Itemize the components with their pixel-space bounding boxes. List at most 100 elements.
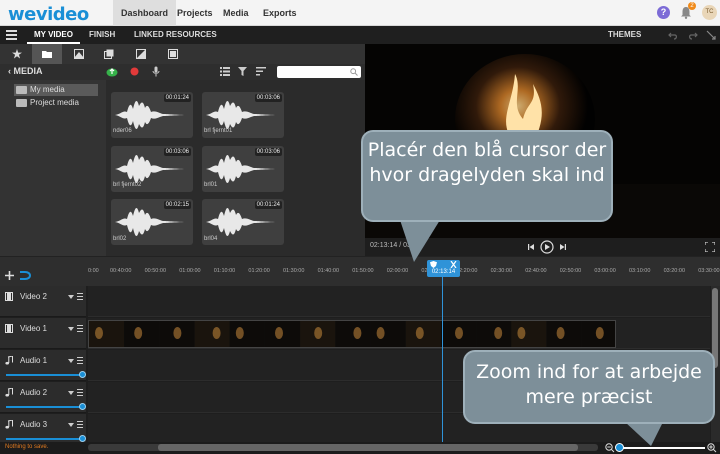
playhead-cursor[interactable]: 02:13:14 — [427, 260, 460, 277]
themes-button[interactable]: THEMES — [608, 26, 641, 44]
duration-badge: 00:02:15 — [163, 201, 191, 209]
favorites-tool[interactable] — [2, 44, 32, 64]
status-bar: Nothing to save. — [0, 442, 720, 454]
film-icon — [5, 324, 13, 333]
media-search-input[interactable] — [277, 66, 361, 78]
callout-pointer — [400, 220, 440, 262]
media-library-tool[interactable] — [32, 44, 62, 64]
nav-media[interactable]: Media — [215, 0, 257, 26]
track-header-audio-3: Audio 3 — [0, 414, 86, 445]
shield-icon[interactable] — [430, 261, 437, 268]
clip-frame — [546, 321, 582, 347]
zoom-in-icon[interactable] — [707, 443, 717, 453]
duration-badge: 00:03:06 — [163, 148, 191, 156]
callout-cursor-tip: Placér den blå cursor der hvor dragelyde… — [361, 130, 613, 222]
backgrounds-tool[interactable] — [158, 44, 188, 64]
clip-frame — [511, 321, 547, 347]
media-grid: 00:01:24 nder06 00:03:06 brl fjernt01 00… — [106, 80, 365, 256]
magnet-icon[interactable] — [19, 271, 31, 280]
undo-icon[interactable] — [668, 30, 678, 40]
tab-finish[interactable]: FINISH — [82, 26, 122, 44]
duration-badge: 00:01:24 — [254, 201, 282, 209]
previous-frame-icon[interactable] — [528, 244, 534, 250]
menu-icon[interactable] — [77, 421, 83, 428]
menu-icon[interactable] — [77, 389, 83, 396]
track-header-audio-2: Audio 2 — [0, 382, 86, 413]
folder-project-media[interactable]: Project media — [14, 97, 79, 109]
upload-icon[interactable] — [106, 66, 118, 77]
chevron-down-icon[interactable] — [68, 359, 74, 363]
next-frame-icon[interactable] — [560, 244, 566, 250]
media-card-name: brl01 — [204, 182, 218, 188]
track-lane-video-2[interactable] — [88, 286, 710, 317]
menu-icon[interactable] — [77, 293, 83, 300]
ruler-tick-label: 03:10:00 — [629, 268, 651, 274]
zoom-slider-track[interactable] — [617, 447, 705, 449]
clip-frame — [405, 321, 441, 347]
list-view-icon[interactable] — [220, 67, 230, 76]
record-icon[interactable] — [130, 67, 139, 76]
clip-frame — [581, 321, 615, 347]
chevron-down-icon[interactable] — [68, 295, 74, 299]
folder-icon — [16, 99, 27, 107]
zoom-slider-knob[interactable] — [615, 443, 624, 452]
microphone-icon[interactable] — [152, 66, 160, 77]
expand-icon[interactable] — [706, 30, 716, 40]
menu-icon[interactable] — [77, 325, 83, 332]
add-track-icon[interactable] — [5, 271, 14, 280]
tab-linked-resources[interactable]: LINKED RESOURCES — [127, 26, 224, 44]
top-navigation: wevideo Dashboard Projects Media Exports… — [0, 0, 720, 26]
chevron-down-icon[interactable] — [68, 423, 74, 427]
hamburger-menu-icon[interactable] — [6, 30, 17, 40]
clip-frame — [229, 321, 265, 347]
track-name: Audio 2 — [20, 388, 48, 397]
menu-icon[interactable] — [77, 357, 83, 364]
clip-frame — [300, 321, 336, 347]
nav-dashboard[interactable]: Dashboard — [113, 0, 177, 26]
track-header-video-2: Video 2 — [0, 286, 86, 317]
star-icon — [12, 49, 22, 59]
chevron-down-icon[interactable] — [68, 391, 74, 395]
clip-frame — [89, 321, 124, 347]
folder-icon — [42, 51, 52, 58]
clip-frame — [370, 321, 406, 347]
playhead-line[interactable] — [442, 276, 443, 442]
volume-slider-knob[interactable] — [79, 371, 86, 378]
graphics-tool[interactable] — [126, 44, 156, 64]
tab-my-video[interactable]: MY VIDEO — [27, 26, 80, 44]
ruler-tick-label: 02:50:00 — [559, 268, 582, 274]
folder-my-media[interactable]: My media — [14, 84, 98, 96]
redo-icon[interactable] — [688, 30, 698, 40]
folder-label: My media — [30, 85, 65, 94]
media-back-label[interactable]: ‹ MEDIA — [8, 66, 43, 76]
timeline-horizontal-scrollbar[interactable] — [88, 444, 598, 451]
scrollbar-thumb[interactable] — [158, 444, 578, 451]
nav-projects[interactable]: Projects — [169, 0, 221, 26]
volume-slider-knob[interactable] — [79, 435, 86, 442]
volume-slider-track — [6, 438, 82, 440]
user-avatar[interactable]: TC — [702, 5, 717, 20]
volume-slider-knob[interactable] — [79, 403, 86, 410]
transitions-tool[interactable] — [64, 44, 94, 64]
ruler-tick-label: 01:00:00 — [179, 268, 201, 274]
video-clip[interactable] — [88, 320, 616, 348]
wevideo-logo[interactable]: wevideo — [8, 4, 89, 25]
help-icon[interactable]: ? — [657, 6, 670, 19]
sort-icon[interactable] — [256, 67, 266, 76]
save-status: Nothing to save. — [5, 444, 49, 450]
ruler-tick-label: 02:00:00 — [386, 268, 409, 274]
media-card-name: brl fjernt01 — [204, 128, 233, 134]
image-icon — [136, 49, 146, 59]
ruler-tick-label: 03:30:00 — [698, 268, 720, 274]
fullscreen-icon[interactable] — [705, 242, 715, 252]
chevron-down-icon[interactable] — [68, 327, 74, 331]
play-icon[interactable] — [540, 240, 554, 254]
zoom-out-icon[interactable] — [605, 443, 615, 453]
text-tool[interactable] — [94, 44, 124, 64]
music-note-icon — [5, 420, 13, 429]
media-header: ‹ MEDIA — [0, 64, 365, 80]
nav-exports[interactable]: Exports — [255, 0, 305, 26]
split-icon[interactable] — [450, 261, 457, 268]
filter-icon[interactable] — [238, 67, 247, 76]
folder-icon — [16, 86, 27, 94]
